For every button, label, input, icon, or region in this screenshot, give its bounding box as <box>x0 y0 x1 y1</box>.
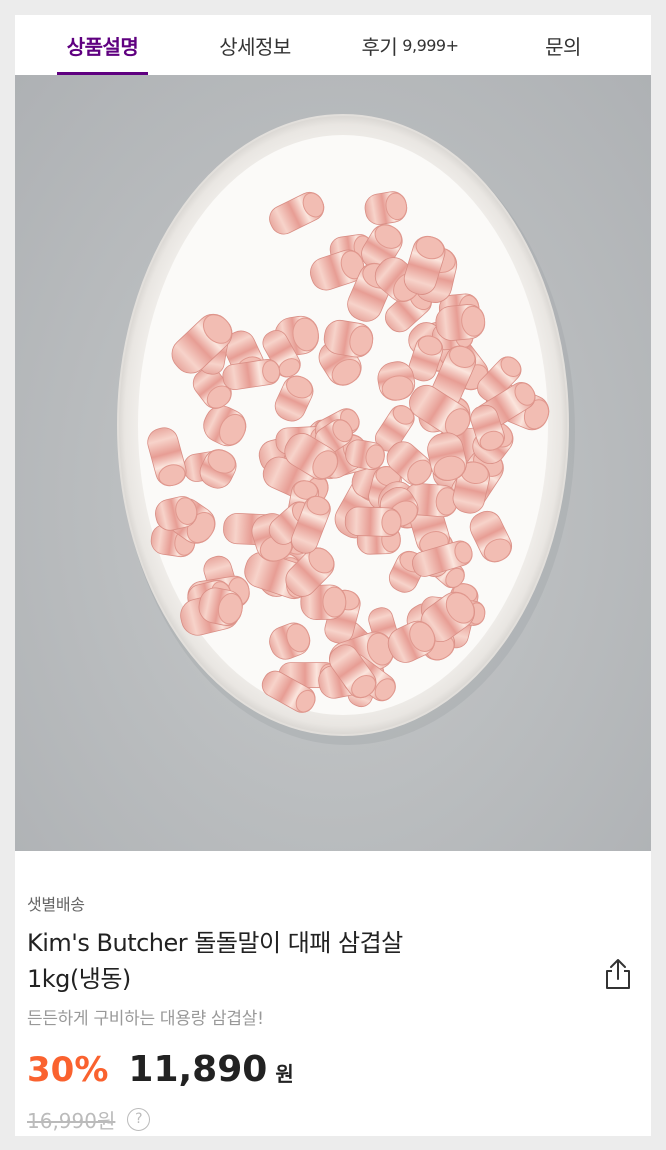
price-row: 30% 11,890 원 <box>27 1049 294 1093</box>
pork-belly-platter-illustration <box>117 114 575 745</box>
currency-label: 원 <box>275 1062 294 1086</box>
product-page: 상품설명 상세정보 후기 9,999+ 문의 샛별배송 Kim's Butche… <box>15 15 651 1136</box>
review-count: 9,999+ <box>402 35 459 55</box>
original-price-row: 16,990원 ? <box>27 1105 151 1134</box>
tab-reviews-label: 후기 <box>361 34 398 59</box>
share-button[interactable] <box>600 956 636 992</box>
product-name: Kim's Butcher 돌돌말이 대패 삼겹살 1kg(냉동) <box>27 925 497 997</box>
tab-description-label: 상품설명 <box>66 34 139 59</box>
delivery-type: 샛별배송 <box>27 895 85 914</box>
tab-bar: 상품설명 상세정보 후기 9,999+ 문의 <box>15 15 651 76</box>
tab-details[interactable]: 상세정보 <box>205 15 305 75</box>
product-info: 샛별배송 Kim's Butcher 돌돌말이 대패 삼겹살 1kg(냉동) 든… <box>15 851 651 1136</box>
tab-details-label: 상세정보 <box>219 34 291 59</box>
tab-inquiry[interactable]: 문의 <box>530 15 596 75</box>
product-name-line2: 1kg(냉동) <box>27 965 131 993</box>
product-subtitle: 든든하게 구비하는 대용량 삼겹살! <box>27 1009 264 1029</box>
pork-roll-shape <box>435 304 486 341</box>
question-circle-icon[interactable]: ? <box>127 1108 151 1131</box>
tab-inquiry-label: 문의 <box>545 34 581 59</box>
sale-price: 11,890 <box>128 1049 268 1090</box>
tab-description[interactable]: 상품설명 <box>57 15 148 75</box>
product-image <box>15 75 651 851</box>
pork-roll-shape <box>344 506 402 537</box>
tab-reviews[interactable]: 후기 9,999+ <box>345 15 475 75</box>
discount-rate: 30% <box>27 1050 109 1090</box>
original-price: 16,990원 <box>27 1109 116 1133</box>
product-name-line1: Kim's Butcher 돌돌말이 대패 삼겹살 <box>27 929 403 957</box>
share-icon <box>606 959 630 989</box>
